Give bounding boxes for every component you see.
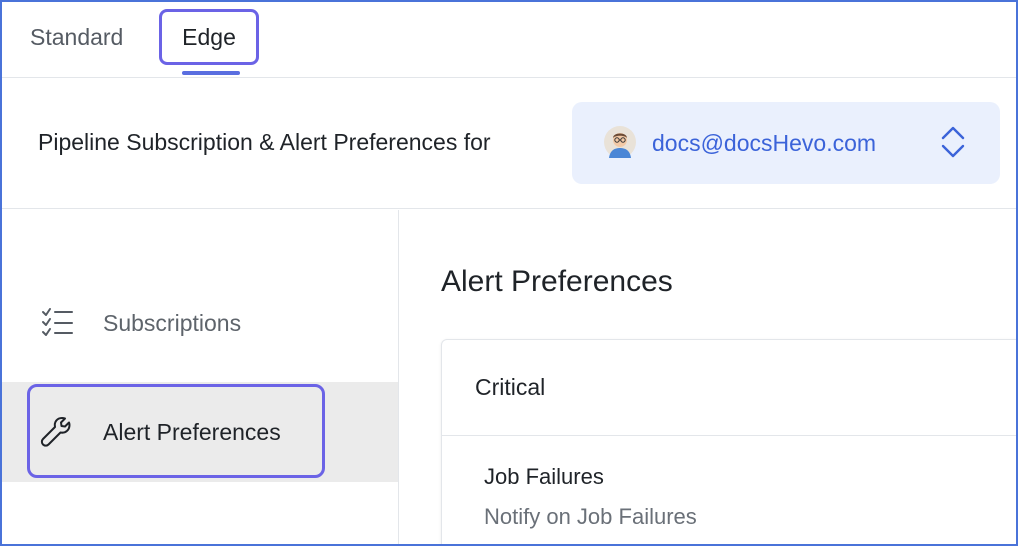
card-header: Critical xyxy=(442,340,1018,436)
user-email: docs@docsHevo.com xyxy=(652,130,877,156)
section-title: Alert Preferences xyxy=(441,265,673,298)
active-tab-indicator xyxy=(182,71,240,75)
preference-description: Notify on Job Failures xyxy=(484,504,697,529)
user-selector[interactable]: docs@docsHevo.com xyxy=(572,102,1000,184)
sidebar-item-label: Alert Preferences xyxy=(103,418,281,445)
preference-title: Job Failures xyxy=(484,464,604,489)
wrench-icon xyxy=(40,417,71,447)
sidebar-item-subscriptions[interactable]: Subscriptions xyxy=(0,273,398,373)
chevron-up-down-icon xyxy=(941,126,965,158)
tab-standard[interactable]: Standard xyxy=(30,12,123,62)
page-title: Pipeline Subscription & Alert Preference… xyxy=(38,129,491,155)
sidebar-item-alert-preferences[interactable]: Alert Preferences xyxy=(0,382,398,482)
sidebar: Subscriptions Alert Preferences xyxy=(0,210,399,546)
preferences-card: Critical Job Failures Notify on Job Fail… xyxy=(441,339,1018,546)
checklist-icon xyxy=(42,308,73,336)
card-header-label: Critical xyxy=(475,374,546,400)
header: Pipeline Subscription & Alert Preference… xyxy=(0,79,1018,209)
avatar xyxy=(604,126,636,158)
tab-edge[interactable]: Edge xyxy=(159,9,259,65)
sidebar-item-label: Subscriptions xyxy=(103,309,242,336)
tab-bar: Standard Edge xyxy=(0,0,1018,78)
